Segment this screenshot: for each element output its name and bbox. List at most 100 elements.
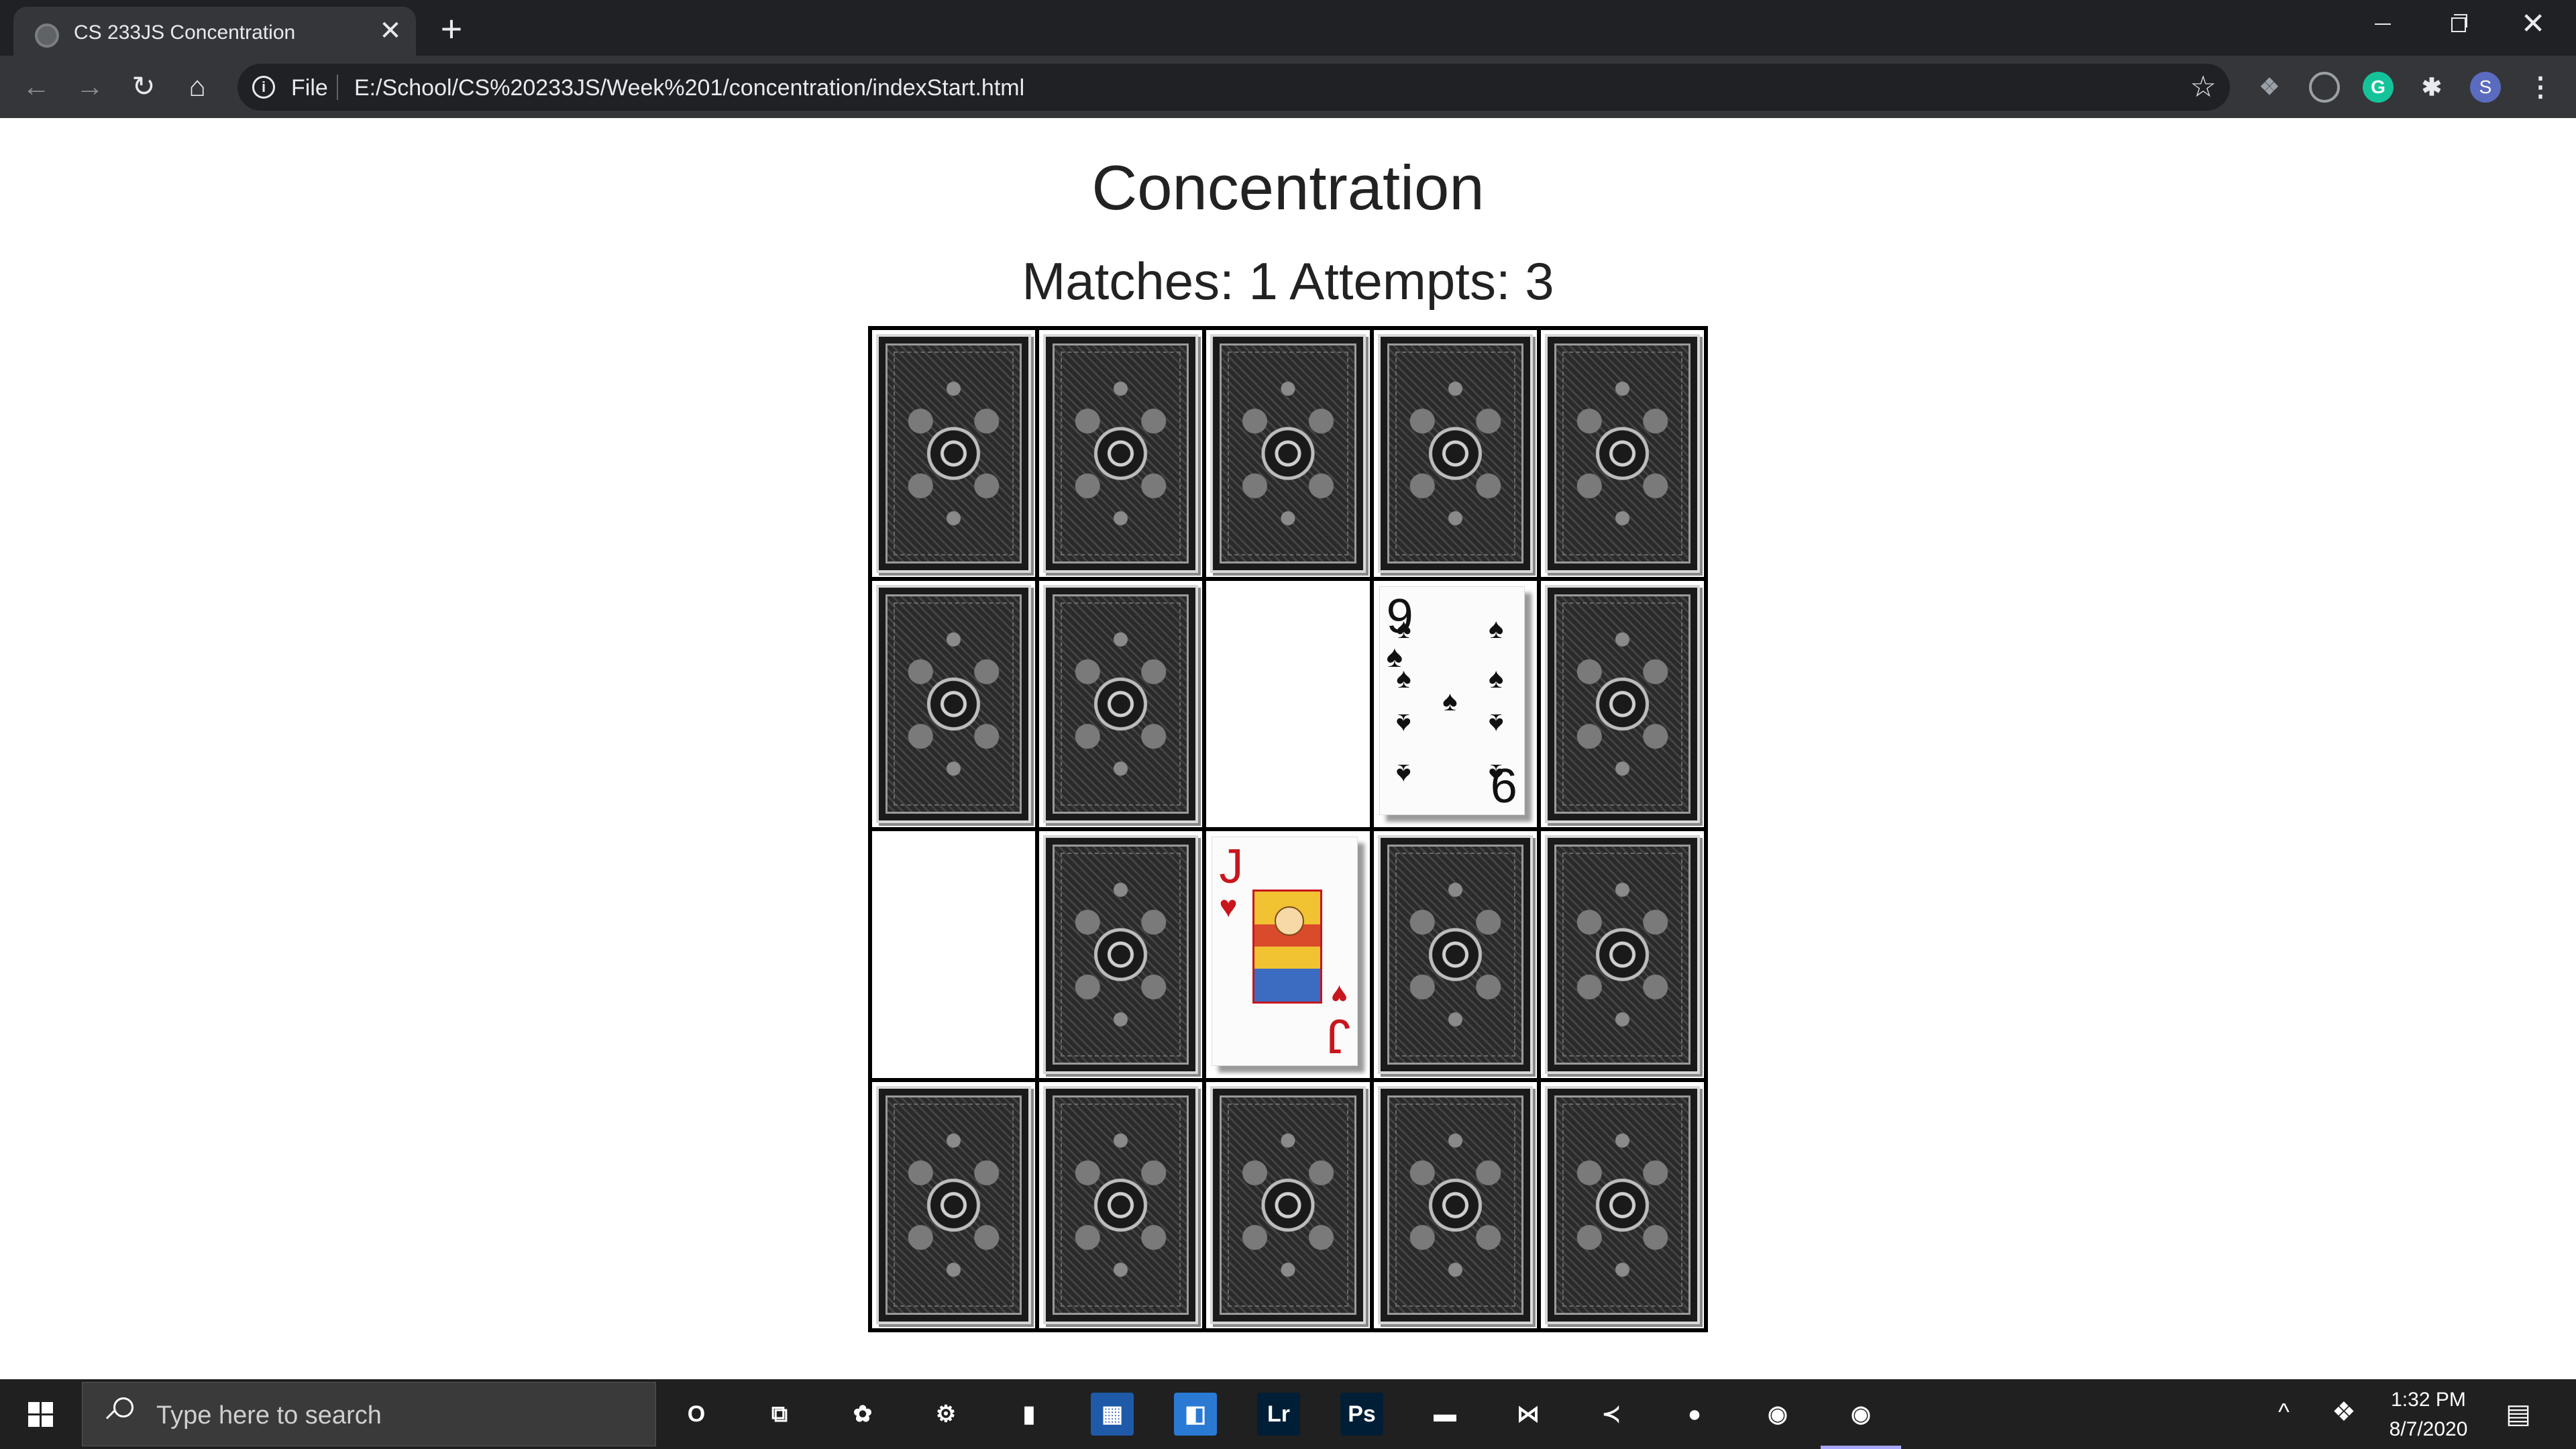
card-pip-icon: ♠ [1489,612,1504,644]
tray-dropbox-icon[interactable]: ❖ [2332,1397,2356,1428]
taskbar-search-input[interactable]: Type here to search [82,1382,656,1446]
tab-title: CS 233JS Concentration [74,21,296,44]
card-face[interactable]: 9 ♠ ♠ ♠ ♠ ♠ ♠ ♠ ♠ ♠ ♠ 9 [1379,586,1525,815]
card-rank: J [1219,840,1244,894]
board-cell[interactable] [872,330,1036,577]
card-back[interactable] [1043,1085,1199,1324]
forward-arrow-icon[interactable]: → [70,66,110,107]
visual-studio-icon[interactable]: ⋈ [1507,1393,1550,1436]
board-cell[interactable]: J ♥ ♥ J [1206,831,1370,1078]
card-back[interactable] [1043,584,1199,823]
card-back[interactable] [1043,835,1199,1074]
board-cell[interactable] [1373,330,1537,577]
tab-strip: CS 233JS Concentration ✕ + ✕ [0,0,2576,56]
card-pip-icon: ♠ [1396,758,1411,790]
card-face[interactable]: J ♥ ♥ J [1212,837,1358,1066]
clock-time[interactable]: 1:32 PM [2375,1389,2482,1411]
card-back[interactable] [876,1085,1032,1324]
card-back[interactable] [1544,584,1700,823]
card-back[interactable] [876,584,1032,823]
clock-date[interactable]: 8/7/2020 [2375,1418,2482,1441]
new-tab-button[interactable]: + [435,10,468,48]
address-bar[interactable]: i File E:/School/CS%20233JS/Week%201/con… [237,64,2230,111]
menu-dots-icon[interactable]: ⋮ [2525,72,2556,103]
pinned-app-1-icon[interactable]: ✿ [841,1393,884,1436]
card-back[interactable] [1210,1085,1366,1324]
card-back[interactable] [1210,334,1366,573]
board-cell[interactable] [1540,580,1704,827]
game-board: 9 ♠ ♠ ♠ ♠ ♠ ♠ ♠ ♠ ♠ ♠ 9 J ♥ ♥ J [868,326,1708,1332]
board-cell[interactable] [1540,1081,1704,1328]
pinned-app-3-icon[interactable]: ▮ [1008,1393,1051,1436]
favicon-icon [35,23,59,48]
board-cell[interactable] [1373,1081,1537,1328]
browser-tab[interactable]: CS 233JS Concentration ✕ [13,7,416,56]
board-cell[interactable] [1039,330,1203,577]
url-divider [337,74,338,100]
board-cell[interactable] [1039,580,1203,827]
card-back[interactable] [1377,334,1533,573]
page-title: Concentration [1091,152,1485,223]
vscode-icon[interactable]: ≺ [1590,1393,1633,1436]
chrome-icon[interactable]: ◉ [1756,1393,1799,1436]
chrome-active-icon[interactable]: ◉ [1839,1393,1882,1436]
card-back[interactable] [1544,334,1700,573]
reload-icon[interactable]: ↻ [123,66,164,107]
card-rank-bottom: J [1326,1008,1350,1063]
card-back[interactable] [1544,1085,1700,1324]
board-cell[interactable] [872,580,1036,827]
lightroom-icon[interactable]: Lr [1257,1393,1300,1436]
card-back[interactable] [1043,334,1199,573]
card-pip-icon: ♠ [1489,708,1504,741]
extensions-puzzle-icon[interactable]: ✱ [2416,72,2447,103]
card-back[interactable] [876,334,1032,573]
cortana-icon[interactable]: O [675,1393,718,1436]
board-cell[interactable]: 9 ♠ ♠ ♠ ♠ ♠ ♠ ♠ ♠ ♠ ♠ 9 [1373,580,1537,827]
score-status: Matches: 1 Attempts: 3 [1022,252,1554,311]
active-app-indicator [1821,1446,1901,1449]
page-content: Concentration Matches: 1 Attempts: 3 9 ♠ ♠… [0,118,2576,1379]
url-text[interactable]: E:/School/CS%20233JS/Week%201/concentrat… [354,75,1024,101]
board-cell[interactable] [1206,330,1370,577]
minimize-button[interactable] [2345,0,2420,48]
store-app-icon[interactable]: ◧ [1174,1393,1217,1436]
card-pip-icon: ♠ [1396,612,1411,644]
photoshop-icon[interactable]: Ps [1340,1393,1383,1436]
scheme-label: File [291,75,328,101]
card-back[interactable] [1544,835,1700,1074]
board-cell[interactable] [1039,831,1203,1078]
home-icon[interactable]: ⌂ [177,66,217,107]
card-pip-icon: ♠ [1396,708,1411,741]
media-app-icon[interactable]: ▦ [1091,1393,1134,1436]
board-cell[interactable] [872,1081,1036,1328]
dropbox-extension-icon[interactable]: ❖ [2254,72,2285,103]
grammarly-extension-icon[interactable]: G [2363,72,2394,103]
board-cell[interactable] [1540,330,1704,577]
bookmark-star-icon[interactable]: ☆ [2190,70,2216,104]
file-explorer-icon[interactable]: ▬ [1424,1393,1466,1436]
restore-button[interactable] [2420,0,2496,48]
settings-app-icon[interactable]: ⚙ [924,1393,967,1436]
card-back[interactable] [1377,835,1533,1074]
window-close-button[interactable]: ✕ [2496,0,2571,48]
task-view-icon[interactable]: ⧉ [758,1393,801,1436]
board-cell[interactable] [1039,1081,1203,1328]
search-icon [105,1397,133,1424]
notification-center-icon[interactable]: ▤ [2502,1398,2534,1430]
firefox-icon[interactable]: ● [1673,1393,1716,1436]
board-cell[interactable] [1540,831,1704,1078]
taskbar: Type here to search O ⧉ ✿ ⚙ ▮ ▦ ◧ Lr Ps ▬ ⋈ ≺ ● ◉ ◉ ^ … [0,1379,2576,1449]
tray-chevron-icon[interactable]: ^ [2278,1398,2290,1426]
windows-start-icon[interactable] [0,1379,80,1449]
board-cell [1206,580,1370,827]
board-cell[interactable] [1206,1081,1370,1328]
back-arrow-icon[interactable]: ← [16,66,56,107]
card-pip-icon: ♠ [1442,685,1458,717]
board-cell[interactable] [1373,831,1537,1078]
browser-toolbar: ← → ↻ ⌂ i File E:/School/CS%20233JS/Week… [0,56,2576,118]
card-back[interactable] [1377,1085,1533,1324]
profile-avatar[interactable]: S [2470,72,2501,103]
info-icon[interactable]: i [252,76,275,99]
tab-close-icon[interactable]: ✕ [376,16,405,46]
extension-circle-icon[interactable] [2309,72,2340,103]
